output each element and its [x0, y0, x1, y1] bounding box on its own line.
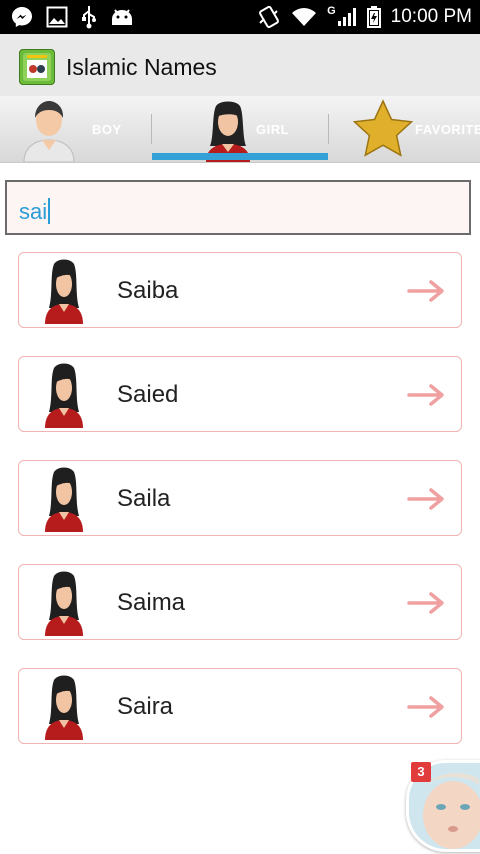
android-icon: [112, 9, 132, 25]
names-list: Saiba Saied Saila Saima Saira: [18, 252, 462, 772]
vibrate-icon: [259, 5, 280, 29]
name-list-item[interactable]: Saila: [18, 460, 462, 536]
name-label: Saied: [117, 381, 179, 408]
girl-avatar-icon: [45, 467, 83, 532]
name-list-item[interactable]: Saima: [18, 564, 462, 640]
boy-avatar-icon: [23, 101, 75, 162]
arrow-right-icon[interactable]: [407, 383, 447, 407]
text-cursor: [48, 198, 51, 224]
search-text: sai: [19, 199, 48, 224]
name-list-item[interactable]: Saiba: [18, 252, 462, 328]
search-input-value: sai: [19, 198, 51, 225]
search-input[interactable]: sai: [5, 180, 471, 235]
name-list-item[interactable]: Saira: [18, 668, 462, 744]
signal-icon: [337, 8, 356, 26]
image-icon: [46, 6, 68, 28]
tab-label-boy: BOY: [92, 122, 122, 137]
usb-icon: [82, 6, 96, 29]
status-bar: G 10:00 PM: [0, 0, 480, 34]
arrow-right-icon[interactable]: [407, 279, 447, 303]
girl-avatar-icon: [45, 363, 83, 428]
book-icon: [23, 53, 51, 81]
signal-group: G: [327, 5, 357, 27]
arrow-right-icon[interactable]: [407, 487, 447, 511]
clock: 10:00 PM: [390, 6, 472, 27]
app-logo-icon[interactable]: [19, 49, 55, 85]
system-icons: G 10:00 PM: [257, 5, 472, 29]
notification-badge: 3: [411, 762, 431, 782]
selected-tab-indicator: [152, 153, 328, 160]
name-label: Saiba: [117, 277, 179, 304]
network-type: G: [327, 5, 336, 17]
girl-avatar-icon: [45, 571, 83, 636]
name-label: Saira: [117, 693, 174, 720]
tab-favorite[interactable]: FAVORITE: [329, 96, 480, 162]
girl-avatar-icon: [45, 259, 83, 324]
notification-icons: [10, 5, 134, 29]
action-bar: Islamic Names: [0, 34, 480, 96]
girl-avatar-icon: [45, 675, 83, 740]
messenger-icon: [12, 7, 32, 27]
star-icon: [352, 99, 414, 157]
app-title: Islamic Names: [66, 54, 217, 80]
tab-bar: BOY GIRL FAVORITE: [0, 96, 480, 163]
wifi-icon: [292, 8, 317, 26]
tab-label-girl: GIRL: [256, 122, 290, 137]
name-list-item[interactable]: Saied: [18, 356, 462, 432]
tab-boy[interactable]: BOY: [0, 96, 150, 162]
tab-label-favorite: FAVORITE: [415, 122, 480, 137]
arrow-right-icon[interactable]: [407, 591, 447, 615]
arrow-right-icon[interactable]: [407, 695, 447, 719]
name-label: Saima: [117, 589, 186, 616]
battery-icon: [366, 6, 381, 28]
name-label: Saila: [117, 485, 171, 512]
